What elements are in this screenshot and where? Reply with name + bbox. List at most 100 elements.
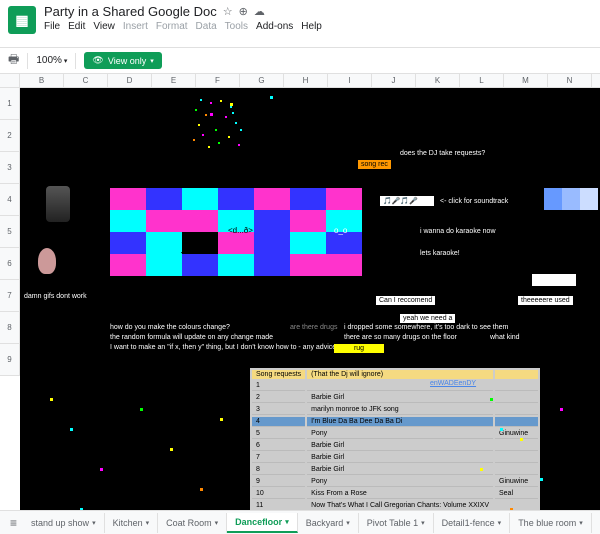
col-header[interactable]: I	[328, 74, 372, 87]
song-cell: Kiss From a Rose	[307, 489, 493, 499]
song-row: 7Barbie Girl	[252, 453, 538, 463]
song-cell: 1	[252, 381, 305, 391]
sheet-tab-party-photos[interactable]: Party Photos ▾	[592, 513, 596, 533]
sheet-tab-detail1-fence[interactable]: Detail1-fence ▾	[434, 513, 511, 533]
sheet-tab-kitchen[interactable]: Kitchen ▾	[105, 513, 159, 533]
disco-dot	[195, 109, 197, 111]
song-table-header: Song requests	[252, 370, 305, 379]
separator	[27, 53, 28, 69]
chat-formula: the random formula will update on any ch…	[110, 334, 273, 341]
song-row: 3marilyn monroe to JFK song	[252, 405, 538, 415]
col-header[interactable]: F	[196, 74, 240, 87]
song-requests-table: Song requests(That the Dj will ignore)12…	[250, 368, 540, 510]
song-cell: 9	[252, 477, 305, 487]
row-header[interactable]: 6	[0, 248, 20, 280]
cloud-icon[interactable]: ☁	[254, 5, 265, 18]
blue-cell	[580, 188, 598, 210]
rug-cell: rug	[334, 344, 384, 353]
col-header[interactable]: J	[372, 74, 416, 87]
row-header[interactable]: 9	[0, 344, 20, 376]
menu-help[interactable]: Help	[301, 21, 322, 32]
print-icon[interactable]: 🖶	[8, 50, 19, 71]
sheet-tab-coat-room[interactable]: Coat Room ▾	[158, 513, 227, 533]
disco-dot	[200, 99, 202, 101]
col-header[interactable]: L	[460, 74, 504, 87]
zoom-selector[interactable]: 100% ▾	[36, 55, 67, 66]
sheet-canvas[interactable]: damn gifs dont work does the DJ take req…	[20, 88, 600, 510]
menu-insert[interactable]: Insert	[123, 21, 148, 32]
star-icon[interactable]: ☆	[223, 5, 233, 18]
link-text[interactable]: enWADEenDY	[430, 380, 476, 387]
sheet-tab-dancefloor[interactable]: Dancefloor ▾	[227, 513, 298, 533]
disco-dot	[230, 106, 232, 108]
col-header[interactable]: B	[20, 74, 64, 87]
col-header[interactable]: N	[548, 74, 592, 87]
sheet-tab-stand-up-show[interactable]: stand up show ▾	[23, 513, 105, 533]
col-header[interactable]: M	[504, 74, 548, 87]
oo-face: o_o	[334, 226, 347, 235]
all-sheets-button[interactable]: ≡	[4, 516, 23, 530]
disco-dot	[205, 114, 207, 116]
song-cell: 8	[252, 465, 305, 475]
song-table-header	[495, 370, 538, 379]
disco-dot	[208, 146, 210, 148]
song-row: 9PonyGinuwine	[252, 477, 538, 487]
col-header[interactable]: C	[64, 74, 108, 87]
disco-dot	[218, 142, 220, 144]
song-row: 2Barbie Girl	[252, 393, 538, 403]
disco-dot	[238, 144, 240, 146]
col-header[interactable]: E	[152, 74, 196, 87]
dancefloor-cell	[146, 254, 182, 276]
sheet-tab-backyard[interactable]: Backyard ▾	[298, 513, 359, 533]
menu-view[interactable]: View	[93, 21, 115, 32]
row-header[interactable]: 7	[0, 280, 20, 312]
sheet-tabs-bar: ≡ stand up show ▾Kitchen ▾Coat Room ▾Dan…	[0, 510, 600, 534]
menu-data[interactable]: Data	[196, 21, 217, 32]
disco-dot	[215, 129, 217, 131]
row-header[interactable]: 3	[0, 152, 20, 184]
row-header[interactable]: 2	[0, 120, 20, 152]
col-header[interactable]: H	[284, 74, 328, 87]
menu-tools[interactable]: Tools	[225, 21, 248, 32]
song-cell: Barbie Girl	[307, 441, 493, 451]
song-row: 11Now That's What I Call Gregorian Chant…	[252, 501, 538, 510]
soundtrack-icons-cell: 🎵🎤🎵🎤	[380, 196, 434, 206]
song-cell	[495, 405, 538, 415]
song-cell: Ginuwine	[495, 477, 538, 487]
blue-cell	[544, 188, 562, 210]
song-row: 8Barbie Girl	[252, 465, 538, 475]
view-only-badge[interactable]: 👁 View only ▾	[84, 52, 161, 69]
chat-dj-question: does the DJ take requests?	[400, 150, 485, 157]
song-cell	[495, 417, 538, 427]
row-header[interactable]: 1	[0, 88, 20, 120]
menu-bar: File Edit View Insert Format Data Tools Add-ons…	[44, 21, 322, 32]
corner-cell[interactable]	[0, 74, 20, 87]
song-cell: 3	[252, 405, 305, 415]
row-header[interactable]: 4	[0, 184, 20, 216]
col-header[interactable]: D	[108, 74, 152, 87]
menu-add-ons[interactable]: Add-ons	[256, 21, 293, 32]
confetti-dot	[210, 113, 213, 116]
dancefloor-cell	[110, 210, 146, 232]
disco-dot	[193, 139, 195, 141]
song-row: 6Barbie Girl	[252, 441, 538, 451]
dancefloor-cell	[254, 188, 290, 210]
menu-edit[interactable]: Edit	[68, 21, 85, 32]
spreadsheet-grid[interactable]: BCDEFGHIJKLMN 123456789 damn gifs dont w…	[0, 74, 600, 510]
need-a-cell: yeah we need a	[400, 314, 455, 323]
move-icon[interactable]: ⊕	[239, 5, 248, 18]
sheet-tab-the-blue-room[interactable]: The blue room ▾	[510, 513, 592, 533]
dancefloor-cell	[290, 188, 326, 210]
song-cell: 11	[252, 501, 305, 510]
sheet-tab-pivot-table-1[interactable]: Pivot Table 1 ▾	[359, 513, 434, 533]
confetti-dot	[480, 468, 483, 471]
disco-dot	[220, 100, 222, 102]
menu-file[interactable]: File	[44, 21, 60, 32]
song-cell	[495, 381, 538, 391]
menu-format[interactable]: Format	[156, 21, 188, 32]
col-header[interactable]: K	[416, 74, 460, 87]
row-header[interactable]: 8	[0, 312, 20, 344]
row-header[interactable]: 5	[0, 216, 20, 248]
col-header[interactable]: G	[240, 74, 284, 87]
song-cell: Barbie Girl	[307, 465, 493, 475]
